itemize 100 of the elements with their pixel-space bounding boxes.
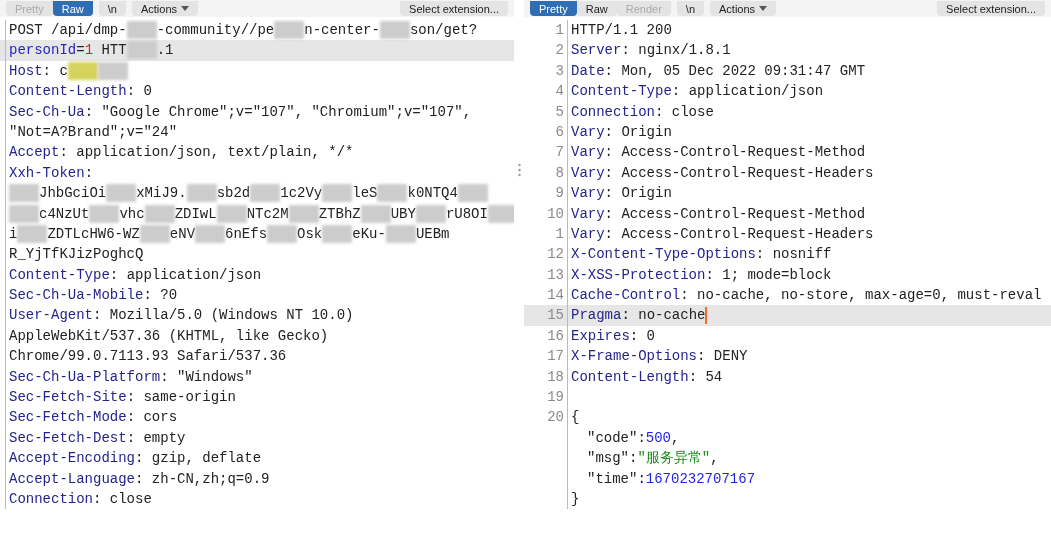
code-text: ZDTLcHW6-WZ bbox=[47, 224, 140, 244]
line-number: 6 bbox=[554, 122, 565, 142]
line-number: 18 bbox=[546, 367, 565, 387]
json-key: "msg": bbox=[587, 450, 638, 467]
actions-menu-button[interactable]: Actions bbox=[131, 1, 198, 16]
code-line: "Not=A?Brand";v="24" bbox=[9, 122, 178, 142]
code-line: } bbox=[571, 490, 580, 509]
code-line: Sec-Ch-Ua: "Google Chrome";v="107", "Chromium";v="107", bbox=[9, 102, 472, 122]
code-line: Sec-Fetch-Mode: cors bbox=[9, 408, 178, 428]
code-line: HTTP/1.1 200 bbox=[571, 21, 672, 40]
code-line: AppleWebKit/537.36 (KHTML, like Gecko) bbox=[9, 326, 329, 346]
line-number: 10 bbox=[546, 204, 565, 224]
code-line: Accept: application/json, text/plain, */* bbox=[9, 143, 354, 163]
code-text: .1 bbox=[156, 41, 174, 61]
code-line: Sec-Fetch-Site: same-origin bbox=[9, 388, 236, 408]
text-cursor bbox=[705, 307, 708, 325]
code-text: eKu- bbox=[352, 224, 386, 244]
caret-icon bbox=[759, 6, 768, 11]
code-line: Cache-Control: no-cache, no-store, max-age=0, must-reval bbox=[571, 286, 1042, 306]
code-text: POST /api/dmp- bbox=[9, 21, 127, 40]
code-line: Vary: Origin bbox=[571, 122, 672, 142]
code-line: X-Content-Type-Options: nosniff bbox=[571, 245, 832, 265]
view-tab[interactable]: Raw bbox=[52, 1, 93, 16]
code-line: Server: nginx/1.8.1 bbox=[571, 41, 731, 61]
code-line: Content-Type: application/json bbox=[9, 265, 262, 285]
code-text: Host bbox=[9, 61, 43, 81]
code-text: : c bbox=[42, 61, 68, 81]
json-punctuation: , bbox=[671, 429, 680, 446]
extension-dropdown[interactable]: Select extension... bbox=[400, 1, 508, 16]
line-number: 14 bbox=[546, 286, 565, 306]
code-text: 1 bbox=[84, 41, 94, 61]
code-text: ZTBhZ bbox=[318, 204, 361, 224]
code-line: Xxh-Token: bbox=[9, 163, 94, 183]
line-number: 20 bbox=[546, 408, 565, 428]
code-line: Sec-Ch-Ua-Mobile: ?0 bbox=[9, 286, 178, 306]
code-line: Accept-Encoding: gzip, deflate bbox=[9, 449, 262, 469]
code-line: Vary: Access-Control-Request-Headers bbox=[571, 224, 874, 244]
code-text: HTT bbox=[100, 41, 127, 61]
code-text: leS bbox=[352, 184, 378, 204]
code-line: Vary: Access-Control-Request-Method bbox=[571, 143, 866, 163]
code-text: vhc bbox=[119, 204, 145, 224]
code-text: personId bbox=[9, 41, 77, 61]
code-line: { bbox=[571, 408, 580, 428]
line-number: 4 bbox=[554, 82, 565, 102]
json-key: "time": bbox=[587, 470, 646, 487]
json-value: "服务异常" bbox=[637, 450, 711, 467]
line-number: 13 bbox=[546, 265, 565, 285]
line-number: 19 bbox=[546, 388, 565, 408]
json-punctuation: , bbox=[710, 450, 719, 467]
code-line: Connection: close bbox=[9, 490, 152, 509]
code-line: Chrome/99.0.7113.93 Safari/537.36 bbox=[9, 347, 287, 367]
code-text: 6nEfs bbox=[225, 224, 268, 244]
code-text: k0NTQ4 bbox=[407, 184, 458, 204]
json-value: 1670232707167 bbox=[645, 470, 756, 487]
line-number: 12 bbox=[546, 245, 565, 265]
line-number: 2 bbox=[554, 41, 565, 61]
code-line: X-XSS-Protection: 1; mode=block bbox=[571, 265, 832, 285]
code-text: eNV bbox=[169, 224, 196, 244]
newline-button[interactable]: \n bbox=[98, 1, 126, 16]
code-line: Vary: Access-Control-Request-Headers bbox=[571, 163, 874, 183]
code-text: son/get? bbox=[409, 21, 478, 40]
line-number: 9 bbox=[554, 184, 565, 204]
json-key: "code": bbox=[587, 429, 646, 446]
line-number: 7 bbox=[554, 143, 565, 163]
line-number: 17 bbox=[546, 347, 565, 367]
line-number: 3 bbox=[554, 61, 565, 81]
extension-dropdown[interactable]: Select extension... bbox=[937, 1, 1045, 16]
code-line: X-Frame-Options: DENY bbox=[571, 347, 748, 367]
code-text: rU8OI bbox=[445, 204, 488, 224]
code-line: Date: Mon, 05 Dec 2022 09:31:47 GMT bbox=[571, 61, 866, 81]
code-text: UBY bbox=[390, 204, 416, 224]
code-line: Sec-Ch-Ua-Platform: "Windows" bbox=[9, 367, 253, 387]
code-text: 1c2Vy bbox=[280, 184, 323, 204]
splitter-handle-icon[interactable] bbox=[517, 163, 521, 177]
line-number: 15 bbox=[546, 306, 565, 326]
code-line: Content-Type: application/json bbox=[571, 82, 824, 102]
view-tab[interactable]: Pretty bbox=[530, 1, 577, 16]
code-line: R_YjTfKJizPoghcQ bbox=[9, 245, 144, 265]
code-text: JhbGciOi bbox=[39, 184, 107, 204]
code-line: Content-Length: 54 bbox=[571, 367, 723, 387]
code-text: UEBm bbox=[415, 224, 450, 244]
code-text: xMiJ9. bbox=[136, 184, 187, 204]
code-text: n-center- bbox=[304, 21, 380, 40]
code-text: i bbox=[9, 224, 18, 244]
newline-button[interactable]: \n bbox=[676, 1, 704, 16]
line-number: 16 bbox=[546, 326, 565, 346]
code-line: Vary: Access-Control-Request-Method bbox=[571, 204, 866, 224]
code-text: sb2d bbox=[216, 184, 251, 204]
code-line: Accept-Language: zh-CN,zh;q=0.9 bbox=[9, 469, 270, 489]
code-text: c4NzUt bbox=[39, 204, 90, 224]
code-line: Content-Length: 0 bbox=[9, 82, 152, 102]
code-line: Sec-Fetch-Dest: empty bbox=[9, 428, 186, 448]
view-tab[interactable]: Raw bbox=[576, 1, 617, 16]
code-line: Connection: close bbox=[571, 102, 714, 122]
code-text: Osk bbox=[297, 224, 323, 244]
caret-icon bbox=[181, 6, 189, 11]
line-number: 1 bbox=[554, 21, 565, 40]
line-number: 8 bbox=[554, 163, 565, 183]
actions-menu-button[interactable]: Actions bbox=[710, 1, 777, 16]
code-line: Vary: Origin bbox=[571, 184, 672, 204]
